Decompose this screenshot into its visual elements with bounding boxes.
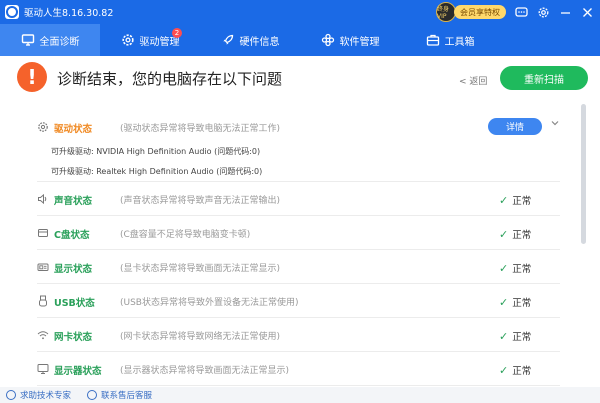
- expert-help-label: 求助技术专家: [20, 391, 72, 401]
- driver-upgrade-item: 可升级驱动: NVIDIA High Definition Audio (问题代…: [51, 147, 261, 156]
- status-badge: ✓ 正常: [499, 363, 532, 378]
- warning-icon: !: [17, 62, 47, 92]
- status-text: 正常: [512, 264, 532, 275]
- rocket-icon: [221, 33, 235, 47]
- check-icon: ✓: [499, 227, 509, 241]
- tab-full-diagnosis[interactable]: 全面诊断: [0, 24, 100, 56]
- row-label: C盘状态: [54, 230, 90, 241]
- tab-software-management[interactable]: 软件管理: [300, 24, 400, 56]
- check-icon: ✓: [499, 261, 509, 275]
- support-icon: [87, 390, 98, 400]
- notification-badge: 2: [172, 28, 182, 38]
- diagnosis-list: 驱动状态 (驱动状态异常将导致电脑无法正常工作) 详情 可升级驱动: NVIDI…: [0, 104, 600, 387]
- apps-icon: [321, 33, 335, 47]
- display-card-icon: [37, 261, 49, 273]
- result-header: ! 诊断结束，您的电脑存在以下问题 < 返回 重新扫描: [0, 56, 600, 104]
- status-badge: ✓ 正常: [499, 193, 532, 208]
- rescan-button[interactable]: 重新扫描: [500, 66, 588, 90]
- list-item-c-drive: C盘状态 (C盘容量不足将导致电脑变卡顿) ✓ 正常: [37, 216, 560, 250]
- status-text: 正常: [512, 298, 532, 309]
- status-badge: ✓ 正常: [499, 329, 532, 344]
- status-badge: ✓ 正常: [499, 295, 532, 310]
- wifi-icon: [37, 329, 49, 341]
- row-description: (驱动状态异常将导致电脑无法正常工作): [120, 124, 281, 134]
- settings-icon[interactable]: [536, 5, 550, 19]
- close-icon[interactable]: [580, 5, 594, 19]
- row-label: 驱动状态: [54, 124, 93, 135]
- row-description: (网卡状态异常将导致网络无法正常使用): [120, 332, 281, 342]
- gear-icon: [121, 33, 135, 47]
- driver-upgrade-item: 可升级驱动: Realtek High Definition Audio (问题…: [51, 167, 263, 176]
- tab-label: 软件管理: [339, 36, 380, 48]
- list-item-monitor: 显示器状态 (显示器状态异常将导致画面无法正常显示) ✓ 正常: [37, 352, 560, 386]
- monitor-icon: [21, 33, 35, 47]
- detail-button[interactable]: 详情: [488, 118, 542, 135]
- list-item-network: 网卡状态 (网卡状态异常将导致网络无法正常使用) ✓ 正常: [37, 318, 560, 352]
- check-icon: ✓: [499, 363, 509, 377]
- app-logo-icon: [5, 5, 19, 19]
- support-link[interactable]: 联系售后客服: [87, 389, 152, 401]
- status-badge: ✓ 正常: [499, 227, 532, 242]
- vip-avatar[interactable]: 终身VIP: [436, 2, 456, 22]
- row-description: (声音状态异常将导致声音无法正常输出): [120, 196, 281, 206]
- minimize-icon[interactable]: [558, 5, 572, 19]
- status-text: 正常: [512, 196, 532, 207]
- footer: 求助技术专家 联系售后客服: [0, 387, 600, 403]
- chevron-down-icon[interactable]: [550, 118, 560, 128]
- title-bar: 驱动人生8.16.30.82 终身VIP 会员享特权: [0, 0, 600, 24]
- list-item-driver: 驱动状态 (驱动状态异常将导致电脑无法正常工作) 详情 可升级驱动: NVIDI…: [37, 104, 560, 182]
- gear-icon: [37, 121, 49, 133]
- headset-icon: [6, 390, 16, 400]
- row-description: (C盘容量不足将导致电脑变卡顿): [120, 230, 251, 240]
- tab-driver-management[interactable]: 驱动管理 2: [100, 24, 200, 56]
- expert-help-link[interactable]: 求助技术专家: [6, 389, 71, 401]
- row-description: (USB状态异常将导致外置设备无法正常使用): [120, 298, 299, 308]
- check-icon: ✓: [499, 329, 509, 343]
- status-text: 正常: [512, 230, 532, 241]
- row-label: 显示器状态: [54, 366, 102, 377]
- scrollbar[interactable]: [581, 104, 586, 244]
- row-label: 网卡状态: [54, 332, 93, 343]
- status-badge: ✓ 正常: [499, 261, 532, 276]
- list-item-display: 显示状态 (显卡状态异常将导致画面无法正常显示) ✓ 正常: [37, 250, 560, 284]
- check-icon: ✓: [499, 295, 509, 309]
- list-item-usb: USB状态 (USB状态异常将导致外置设备无法正常使用) ✓ 正常: [37, 284, 560, 318]
- row-label: 显示状态: [54, 264, 93, 275]
- row-label: USB状态: [54, 298, 95, 309]
- speaker-icon: [37, 193, 49, 205]
- check-icon: ✓: [499, 193, 509, 207]
- tab-label: 硬件信息: [239, 36, 280, 48]
- list-item-sound: 声音状态 (声音状态异常将导致声音无法正常输出) ✓ 正常: [37, 182, 560, 216]
- tab-label: 工具箱: [444, 36, 475, 48]
- main-nav: 全面诊断 驱动管理 2 硬件信息 软件管理 工具箱: [0, 24, 600, 56]
- title-bar-controls: 终身VIP 会员享特权: [436, 0, 594, 24]
- back-link[interactable]: < 返回: [459, 74, 487, 87]
- status-text: 正常: [512, 332, 532, 343]
- support-label: 联系售后客服: [101, 391, 153, 401]
- row-label: 声音状态: [54, 196, 93, 207]
- row-description: (显示器状态异常将导致画面无法正常显示): [120, 366, 290, 376]
- status-text: 正常: [512, 366, 532, 377]
- tab-hardware-info[interactable]: 硬件信息: [200, 24, 300, 56]
- vip-badge[interactable]: 会员享特权: [454, 5, 506, 19]
- tab-label: 全面诊断: [39, 36, 80, 48]
- row-description: (显卡状态异常将导致画面无法正常显示): [120, 264, 281, 274]
- tab-toolbox[interactable]: 工具箱: [400, 24, 500, 56]
- app-title: 驱动人生8.16.30.82: [24, 8, 114, 19]
- monitor-icon: [37, 363, 49, 375]
- page-title: 诊断结束，您的电脑存在以下问题: [57, 70, 283, 88]
- message-icon[interactable]: [514, 5, 528, 19]
- usb-icon: [37, 295, 49, 307]
- disk-icon: [37, 227, 49, 239]
- toolbox-icon: [426, 33, 440, 47]
